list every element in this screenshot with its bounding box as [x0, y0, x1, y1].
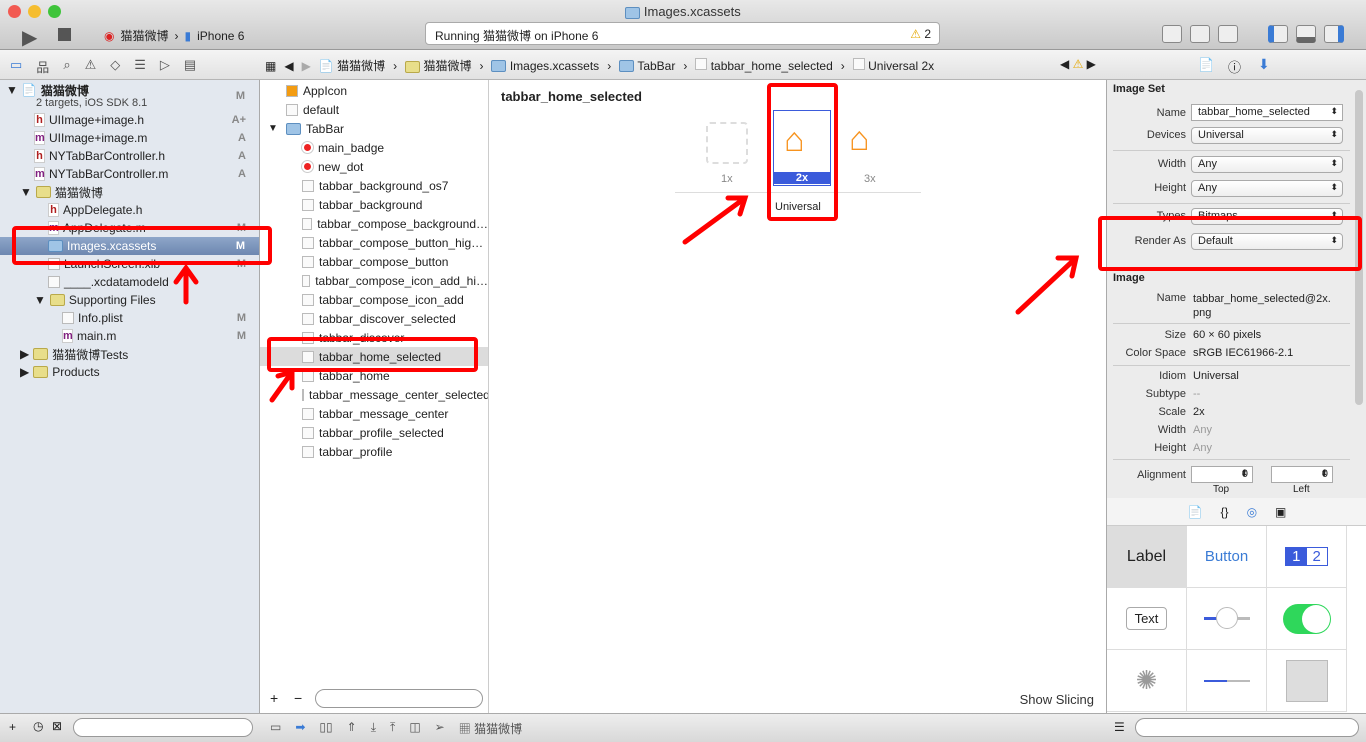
annotation-arrows [173, 195, 1080, 403]
